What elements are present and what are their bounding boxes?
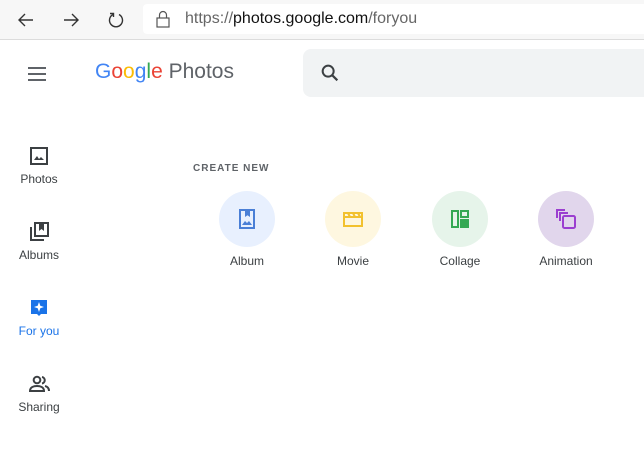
browser-toolbar: https://photos.google.com/foryou xyxy=(0,0,644,40)
arrow-right-icon xyxy=(64,13,79,27)
movie-icon xyxy=(343,212,363,227)
logo-letter: e xyxy=(151,60,163,83)
animation-icon xyxy=(556,209,576,229)
create-animation-button[interactable]: Animation xyxy=(521,191,611,271)
collage-icon xyxy=(451,210,469,228)
create-movie-button[interactable]: Movie xyxy=(308,191,398,271)
back-button[interactable] xyxy=(14,8,38,32)
movie-circle xyxy=(325,191,381,247)
search-icon xyxy=(321,64,339,82)
search-bar[interactable] xyxy=(303,49,644,97)
reload-icon xyxy=(108,12,124,28)
menu-icon[interactable] xyxy=(25,62,49,86)
create-collage-button[interactable]: Collage xyxy=(415,191,505,271)
sidebar-item-sharing[interactable]: Sharing xyxy=(0,374,78,444)
collage-circle xyxy=(432,191,488,247)
logo-letter: g xyxy=(134,60,147,83)
sidebar-item-albums[interactable]: Albums xyxy=(0,222,78,292)
sidebar-item-photos[interactable]: Photos xyxy=(0,146,78,216)
album-circle xyxy=(219,191,275,247)
people-icon xyxy=(29,375,50,392)
logo-letter: G xyxy=(95,60,112,83)
sidebar-item-for-you[interactable]: For you xyxy=(0,298,78,368)
photo-icon xyxy=(30,147,48,165)
for-you-icon xyxy=(31,300,47,316)
albums-icon xyxy=(30,222,49,241)
url-text: https://photos.google.com/foryou xyxy=(185,10,418,27)
logo-letter: o xyxy=(111,60,124,83)
address-bar[interactable]: https://photos.google.com/foryou xyxy=(143,4,644,34)
lock-icon xyxy=(156,10,170,28)
logo-letter: o xyxy=(123,60,135,83)
arrow-left-icon xyxy=(18,13,33,27)
animation-circle xyxy=(538,191,594,247)
album-icon xyxy=(239,209,255,229)
create-new-heading: CREATE NEW xyxy=(193,163,270,174)
forward-button[interactable] xyxy=(59,8,83,32)
google-photos-logo[interactable]: Google Photos xyxy=(95,60,234,84)
reload-button[interactable] xyxy=(104,8,128,32)
create-album-button[interactable]: Album xyxy=(202,191,292,271)
